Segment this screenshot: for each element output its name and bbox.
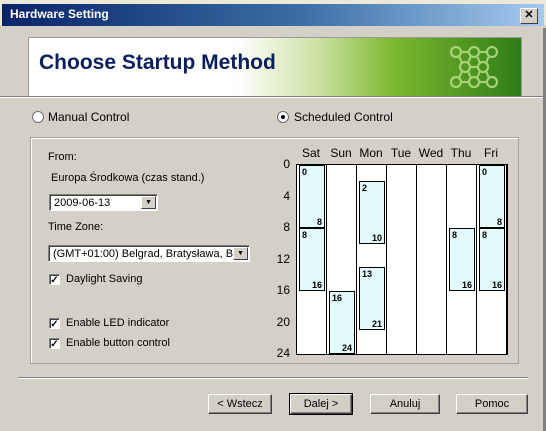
- day-column-tue[interactable]: [387, 165, 417, 354]
- schedule-block[interactable]: 08: [479, 165, 505, 228]
- schedule-block[interactable]: 8 16: [479, 228, 505, 291]
- day-header-mon: Mon: [359, 146, 383, 160]
- scheduled-control-option[interactable]: Scheduled Control: [277, 110, 427, 124]
- check-icon: ✓: [50, 319, 59, 330]
- hour-tick-label: 24: [276, 346, 290, 360]
- manual-control-radio[interactable]: [32, 111, 44, 123]
- chevron-down-icon: ▼: [237, 250, 244, 257]
- schedule-block[interactable]: 13 21: [359, 267, 385, 331]
- timezone-select[interactable]: (GMT+01:00) Belgrad, Bratysława, Bu ▼: [48, 245, 250, 262]
- day-column-wed[interactable]: [417, 165, 447, 354]
- cancel-button[interactable]: Anuluj: [370, 394, 440, 414]
- check-icon: ✓: [50, 275, 59, 286]
- scheduled-control-radio[interactable]: [277, 111, 289, 123]
- day-header-fri: Fri: [484, 146, 498, 160]
- button-control-checkbox[interactable]: ✓: [49, 338, 60, 350]
- led-indicator-checkbox[interactable]: ✓: [49, 318, 60, 330]
- date-dropdown-button[interactable]: ▼: [141, 196, 156, 209]
- day-header-sat: Sat: [301, 146, 320, 160]
- hour-tick-label: 0: [283, 157, 290, 171]
- window-title: Hardware Setting: [10, 7, 109, 21]
- header-banner: Choose Startup Method: [28, 37, 522, 97]
- block-end-label: 21: [371, 319, 382, 330]
- block-end-label: 24: [341, 343, 352, 353]
- led-indicator-label: Enable LED indicator: [66, 317, 170, 329]
- network-logo-icon: [449, 45, 499, 89]
- schedule-block[interactable]: 08: [299, 165, 325, 228]
- block-end-label: 16: [311, 280, 322, 290]
- schedule-block[interactable]: 8 16: [299, 228, 325, 291]
- hour-tick-label: 4: [283, 188, 290, 203]
- button-control-option[interactable]: ✓ Enable button control: [49, 337, 239, 351]
- schedule-block[interactable]: 16 24: [329, 291, 355, 354]
- back-button[interactable]: < Wstecz: [208, 394, 272, 414]
- block-start-label: 8: [452, 230, 458, 240]
- block-start-label: 0: [482, 167, 488, 177]
- title-bar-gradient: Hardware Setting ✕: [2, 4, 544, 26]
- block-end-label: 16: [461, 280, 472, 290]
- block-start-label: 8: [482, 230, 488, 240]
- chevron-down-icon: ▼: [145, 199, 152, 206]
- date-value: 2009-06-13: [54, 197, 111, 209]
- daylight-saving-label: Daylight Saving: [66, 273, 143, 285]
- timezone-name: Europa Środkowa (czas stand.): [51, 172, 205, 184]
- button-control-label: Enable button control: [66, 337, 170, 349]
- hour-tick-label: 12: [276, 251, 290, 266]
- block-start-label: 8: [302, 230, 308, 240]
- schedule-block[interactable]: 8 16: [449, 228, 475, 291]
- hour-tick-label: 8: [283, 220, 290, 234]
- block-end-label: 8: [316, 217, 322, 227]
- close-button[interactable]: ✕: [520, 8, 538, 24]
- title-bar: Hardware Setting ✕: [0, 0, 546, 26]
- timezone-value: (GMT+01:00) Belgrad, Bratysława, Bu: [53, 248, 233, 260]
- day-header-tue: Tue: [390, 146, 412, 160]
- next-button[interactable]: Dalej >: [289, 393, 353, 415]
- block-end-label: 8: [496, 217, 502, 227]
- block-end-label: 16: [491, 280, 502, 290]
- timezone-label: Time Zone:: [48, 221, 104, 233]
- help-button[interactable]: Pomoc: [456, 394, 528, 414]
- from-label: From:: [48, 151, 77, 163]
- block-start-label: 13: [362, 269, 373, 280]
- day-header-wed: Wed: [418, 146, 444, 160]
- timezone-dropdown-button[interactable]: ▼: [233, 247, 248, 260]
- block-start-label: 0: [302, 167, 308, 177]
- manual-control-option[interactable]: Manual Control: [32, 110, 172, 124]
- hour-tick-label: 20: [276, 314, 290, 329]
- day-header-thu: Thu: [450, 146, 472, 160]
- day-header-sun: Sun: [330, 146, 352, 160]
- block-start-label: 16: [332, 293, 343, 303]
- header-separator: [0, 96, 546, 98]
- daylight-saving-checkbox[interactable]: ✓: [49, 274, 60, 286]
- date-picker[interactable]: 2009-06-13 ▼: [49, 194, 158, 211]
- manual-control-label: Manual Control: [48, 110, 130, 124]
- weekly-schedule-grid[interactable]: 0 8 8 16 16 24 2 10 13 21 8 16 0 8 8 16: [296, 164, 508, 355]
- banner-title: Choose Startup Method: [39, 51, 276, 74]
- block-start-label: 2: [362, 182, 368, 193]
- daylight-saving-option[interactable]: ✓ Daylight Saving: [49, 273, 209, 287]
- hour-tick-label: 16: [276, 283, 290, 297]
- led-indicator-option[interactable]: ✓ Enable LED indicator: [49, 317, 239, 331]
- block-end-label: 10: [371, 232, 382, 243]
- close-icon: ✕: [524, 9, 534, 21]
- schedule-block[interactable]: 2 10: [359, 180, 385, 244]
- check-icon: ✓: [50, 339, 59, 350]
- footer-separator: [18, 377, 528, 379]
- scheduled-control-label: Scheduled Control: [294, 110, 393, 124]
